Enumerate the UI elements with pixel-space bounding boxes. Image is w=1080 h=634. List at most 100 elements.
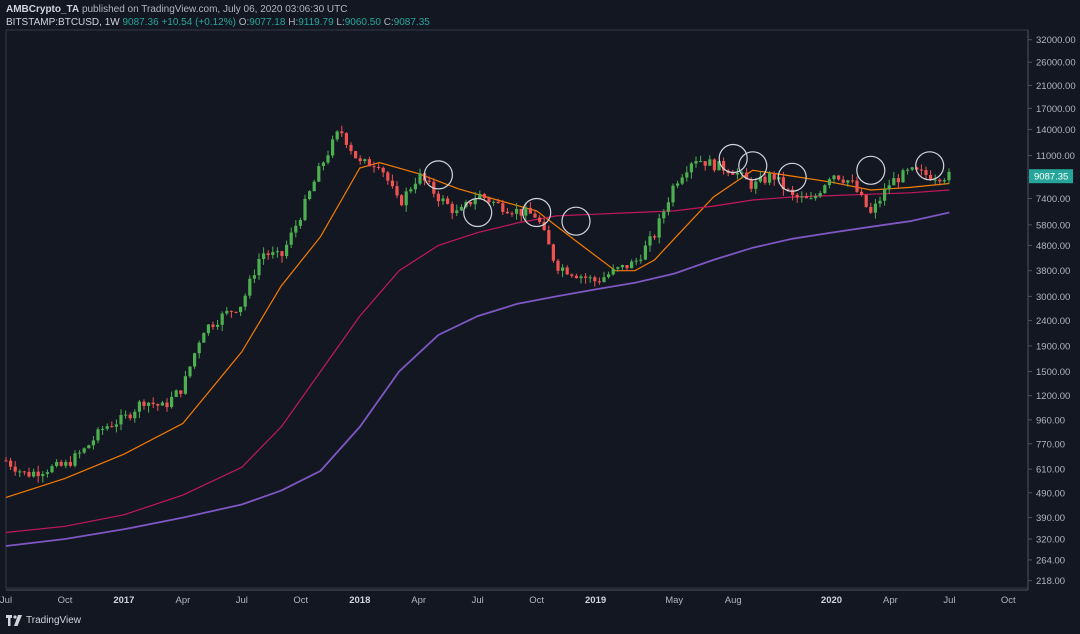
candle-body	[588, 277, 592, 279]
candle-body	[59, 461, 63, 466]
candle-body	[712, 159, 716, 171]
time-tick-label: Jul	[472, 595, 484, 606]
candle-body	[662, 211, 666, 219]
candle-body	[906, 169, 910, 171]
candle-body	[648, 236, 652, 246]
time-tick-label: Jul	[236, 595, 248, 606]
candle-body	[349, 144, 353, 152]
candle-body	[676, 183, 680, 186]
time-tick-label: 2018	[349, 595, 370, 606]
candle-body	[202, 333, 206, 343]
candle-body	[91, 440, 95, 446]
candle-body	[326, 155, 330, 163]
candle-body	[492, 201, 496, 203]
candle-body	[602, 277, 606, 282]
candle-body	[556, 260, 560, 271]
candle-body	[832, 175, 836, 180]
candle-body	[607, 274, 611, 278]
price-tick-label: 218.00	[1036, 576, 1065, 587]
candle-body	[864, 194, 868, 207]
candle-body	[860, 191, 864, 195]
candle-body	[22, 471, 26, 473]
candle-body	[855, 180, 859, 192]
candle-body	[446, 198, 450, 204]
candle-body	[763, 176, 767, 183]
candle-body	[754, 181, 758, 189]
price-tick-label: 14000.00	[1036, 125, 1076, 136]
candle-body	[510, 213, 514, 215]
candle-body	[892, 178, 896, 186]
candle-body	[395, 186, 399, 196]
candle-body	[73, 453, 77, 466]
candle-body	[524, 207, 528, 216]
candle-body	[611, 268, 615, 275]
time-axis[interactable]: Jul Oct 2017 Apr Jul Oct 2018 Apr Jul Oct 2019 May A…	[0, 595, 1016, 606]
ma-line-3	[5, 211, 950, 547]
candle-body	[124, 414, 128, 416]
price-tick-label: 610.00	[1036, 465, 1065, 476]
candle-body	[363, 159, 367, 162]
candle-body	[469, 202, 473, 205]
candle-body	[689, 163, 693, 173]
candle-body	[151, 402, 155, 405]
candle-body	[579, 276, 583, 279]
candle-body	[229, 310, 233, 312]
candle-body	[303, 198, 307, 220]
candle-body	[257, 259, 261, 276]
candle-body	[45, 472, 49, 474]
candle-body	[331, 139, 335, 156]
price-tick-label: 4800.00	[1036, 241, 1070, 252]
candle-body	[36, 471, 40, 477]
candle-body	[919, 169, 923, 171]
candle-body	[289, 232, 293, 245]
candle-body	[441, 198, 445, 202]
candle-body	[547, 230, 551, 245]
candle-body	[625, 265, 629, 269]
price-axis[interactable]: 32000.00 26000.00 21000.00 17000.00 14000.00…	[1028, 35, 1076, 587]
candle-body	[294, 225, 298, 233]
candle-body	[680, 177, 684, 184]
time-tick-label: Oct	[1001, 595, 1016, 606]
candle-body	[528, 207, 532, 214]
candle-body	[13, 466, 17, 472]
candle-body	[220, 313, 224, 325]
candle-body	[584, 276, 588, 278]
candle-body	[377, 167, 381, 168]
footer-brand[interactable]: TradingView	[26, 615, 81, 626]
candle-body	[390, 180, 394, 187]
price-tick-label: 7400.00	[1036, 194, 1070, 205]
candle-body	[735, 172, 739, 175]
price-tick-label: 770.00	[1036, 439, 1065, 450]
candle-body	[496, 201, 500, 204]
candle-body	[400, 195, 404, 206]
time-tick-label: Apr	[176, 595, 191, 606]
price-tick-label: 320.00	[1036, 535, 1065, 546]
candle-body	[41, 474, 45, 477]
candle-body	[933, 179, 937, 181]
candle-body	[156, 404, 160, 406]
candle-body	[409, 189, 413, 192]
candle-body	[620, 265, 624, 268]
time-tick-label: 2020	[821, 595, 842, 606]
candle-body	[101, 428, 105, 430]
candle-body	[211, 324, 215, 327]
candle-body	[823, 185, 827, 193]
candle-body	[142, 401, 146, 406]
candle-body	[634, 260, 638, 262]
candle-body	[505, 211, 509, 214]
candle-body	[538, 217, 542, 222]
candle-body	[271, 252, 275, 255]
candle-body	[459, 206, 463, 211]
time-tick-label: Apr	[411, 595, 426, 606]
price-chart[interactable]: 32000.00 26000.00 21000.00 17000.00 14000.00…	[0, 0, 1080, 634]
candle-body	[901, 170, 905, 183]
candle-body	[262, 253, 266, 259]
candle-body	[216, 324, 220, 327]
price-tick-label: 1900.00	[1036, 341, 1070, 352]
candle-body	[321, 162, 325, 166]
candle-body	[206, 324, 210, 334]
candle-body	[179, 390, 183, 394]
annotation-circles	[423, 143, 945, 236]
candle-body	[814, 196, 818, 199]
price-tick-label: 17000.00	[1036, 104, 1076, 115]
